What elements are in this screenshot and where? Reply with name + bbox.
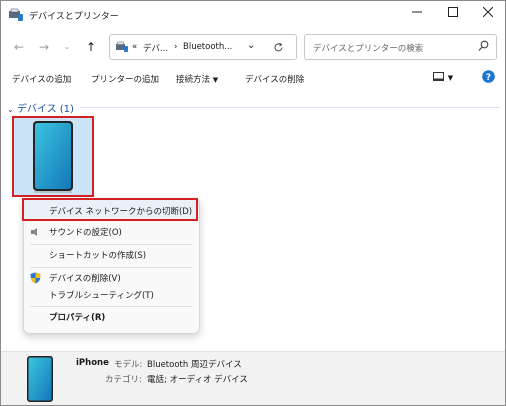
group-label: デバイス (1): [16, 104, 74, 115]
up-arrow-icon: ↑: [85, 40, 97, 54]
svg-text:?: ?: [486, 73, 491, 83]
model-value: Bluetooth 周辺デバイス: [147, 360, 242, 370]
devices-printers-icon: [116, 41, 128, 52]
refresh-icon[interactable]: [273, 42, 284, 53]
devices-printers-icon: [9, 8, 23, 21]
maximize-icon: [448, 7, 458, 17]
menu-item-troubleshoot-label: トラブルシューティング(T): [49, 291, 154, 301]
add-printer-button[interactable]: プリンターの追加: [91, 73, 159, 85]
menu-item-properties-label: プロパティ(R): [49, 313, 106, 323]
device-list: ⌄ デバイス (1) デバイス ネットワークからの切断(D) サウンドの設定(O…: [1, 93, 505, 351]
close-button[interactable]: [471, 1, 505, 27]
help-icon: ?: [482, 70, 495, 83]
command-bar: デバイスの追加 プリンターの追加 接続方法 ▼ デバイスの削除 ▼ ?: [1, 63, 505, 94]
category-label: カテゴリ:: [105, 375, 142, 385]
context-menu: デバイス ネットワークからの切断(D) サウンドの設定(O) ショートカットの作…: [22, 198, 200, 334]
details-pane: iPhone モデル: Bluetooth 周辺デバイス カテゴリ: 電話; オ…: [1, 351, 505, 405]
view-icon: [433, 72, 444, 81]
search-placeholder: デバイスとプリンターの検索: [313, 44, 424, 54]
remove-device-button[interactable]: デバイスの削除: [245, 73, 304, 85]
minimize-button[interactable]: [400, 1, 434, 27]
window-title: デバイスとプリンター: [29, 12, 119, 22]
help-button[interactable]: ?: [482, 70, 495, 86]
devices-and-printers-window: デバイスとプリンター ← → ⌄ ↑ « デバ... › Bluetooth..…: [0, 0, 506, 406]
search-input[interactable]: デバイスとプリンターの検索: [304, 34, 497, 60]
shield-icon: [30, 272, 41, 284]
menu-item-create-shortcut[interactable]: ショートカットの作成(S): [24, 245, 199, 265]
navigation-bar: ← → ⌄ ↑ « デバ... › Bluetooth... ⌄ デバイスとプリ…: [1, 31, 505, 63]
device-iphone[interactable]: [12, 116, 94, 197]
breadcrumb-bluetooth[interactable]: Bluetooth...: [183, 42, 232, 52]
menu-item-create-shortcut-label: ショートカットの作成(S): [49, 251, 147, 261]
maximize-button[interactable]: [436, 1, 470, 27]
connect-via-label: 接続方法: [176, 75, 211, 85]
speaker-icon: [31, 228, 37, 236]
close-icon: [482, 6, 494, 18]
phone-icon: [33, 121, 73, 193]
back-arrow-icon: ←: [13, 40, 25, 54]
dropdown-arrow-icon: ▼: [212, 76, 219, 84]
menu-item-remove-device-label: デバイスの削除(V): [49, 274, 121, 284]
add-device-button[interactable]: デバイスの追加: [12, 73, 71, 85]
connect-via-button[interactable]: 接続方法 ▼: [176, 73, 218, 85]
minimize-icon: [412, 11, 422, 13]
device-name: iPhone: [76, 358, 109, 368]
back-button[interactable]: ←: [11, 39, 27, 55]
chevron-down-icon: ⌄: [63, 42, 71, 51]
up-button[interactable]: ↑: [83, 39, 99, 55]
address-bar[interactable]: « デバ... › Bluetooth... ⌄: [109, 34, 297, 60]
phone-icon: [27, 356, 53, 402]
model-label: モデル:: [114, 360, 143, 370]
category-value: 電話; オーディオ デバイス: [147, 375, 248, 385]
search-icon: [478, 40, 489, 51]
menu-item-troubleshoot[interactable]: トラブルシューティング(T): [24, 285, 199, 305]
title-bar: デバイスとプリンター: [1, 1, 505, 29]
dropdown-arrow-icon: ▼: [447, 74, 454, 82]
breadcrumb-devices[interactable]: デバ...: [143, 42, 168, 54]
forward-arrow-icon: →: [38, 40, 50, 54]
menu-item-sound-settings-label: サウンドの設定(O): [49, 228, 122, 238]
menu-item-properties[interactable]: プロパティ(R): [24, 307, 199, 327]
menu-item-sound-settings[interactable]: サウンドの設定(O): [24, 222, 199, 242]
breadcrumb-separator: ›: [174, 42, 178, 52]
group-header-devices[interactable]: ⌄ デバイス (1): [7, 100, 74, 115]
change-view-button[interactable]: ▼: [433, 71, 453, 85]
menu-item-disconnect[interactable]: デバイス ネットワークからの切断(D): [22, 198, 198, 221]
forward-button[interactable]: →: [36, 39, 52, 55]
chevron-down-icon: ⌄: [7, 105, 14, 114]
recent-locations-button[interactable]: ⌄: [59, 39, 75, 55]
menu-item-disconnect-label: デバイス ネットワークからの切断(D): [49, 207, 193, 217]
address-dropdown-icon[interactable]: ⌄: [247, 40, 255, 51]
breadcrumb-overflow[interactable]: «: [132, 42, 137, 52]
group-divider: [80, 107, 500, 108]
